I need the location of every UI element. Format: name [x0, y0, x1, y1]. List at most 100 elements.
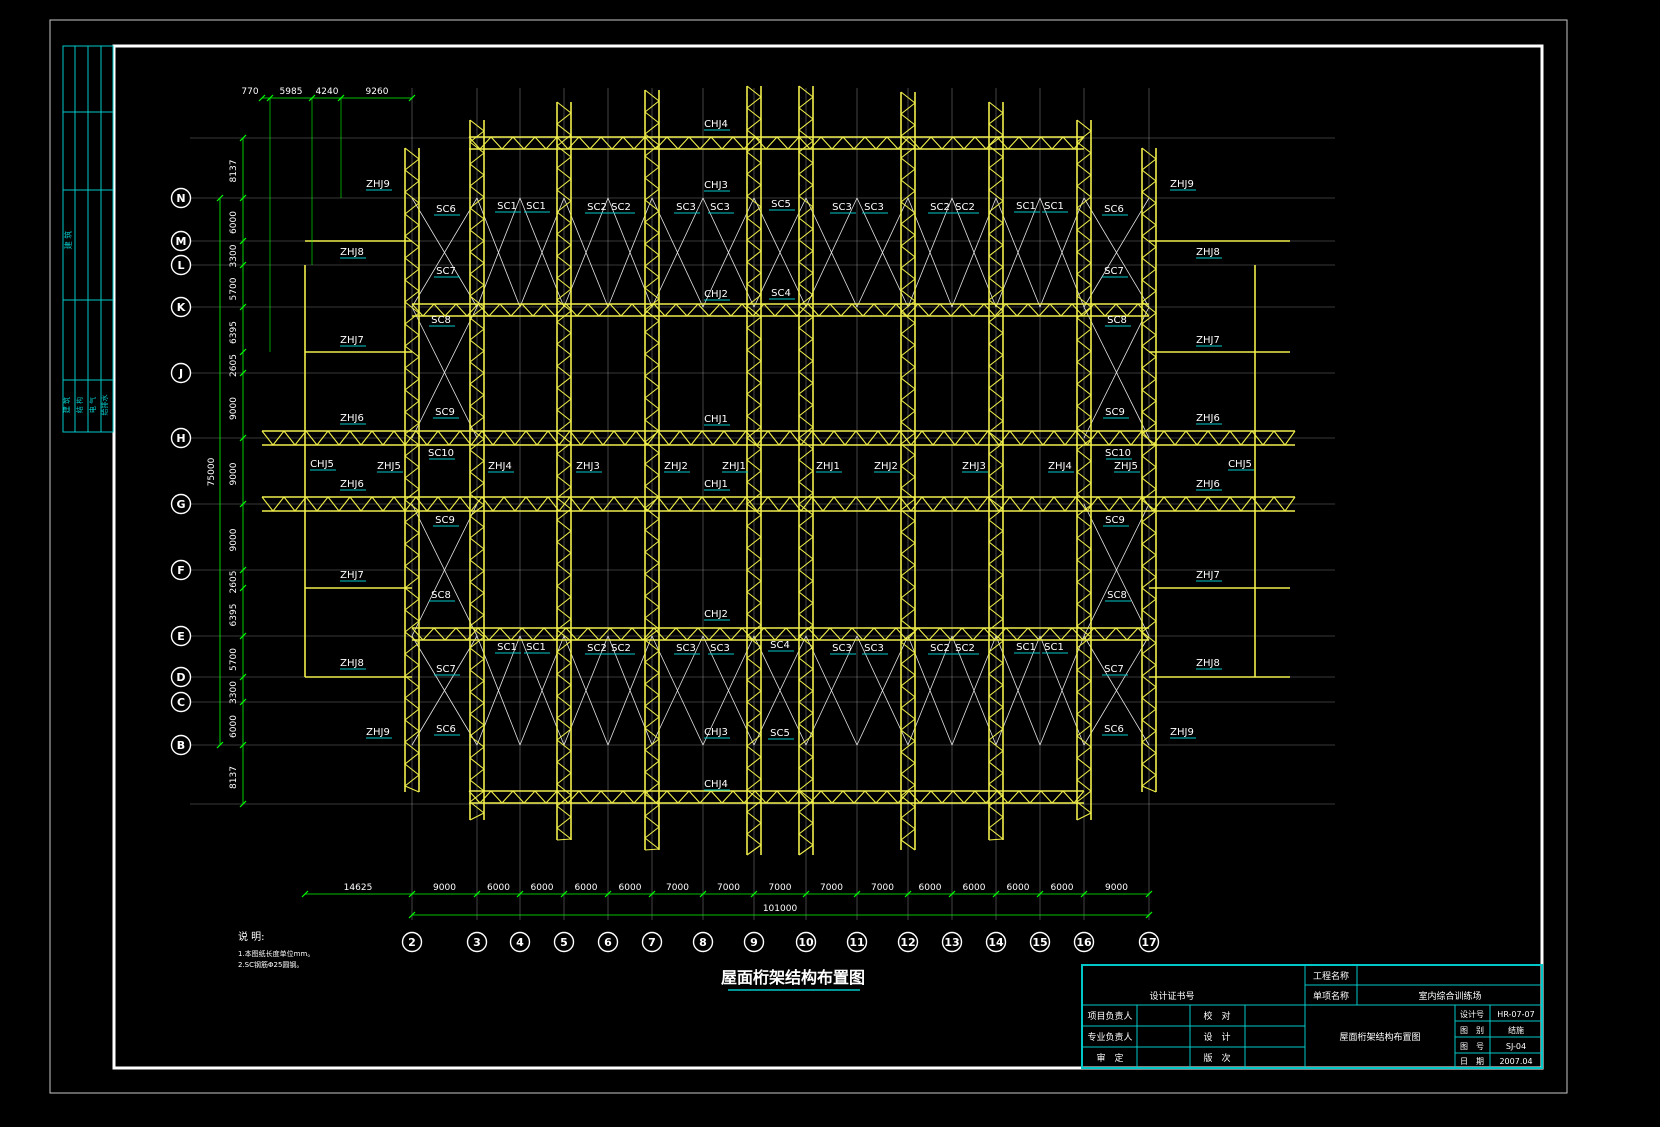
col-axis-7: 7	[641, 931, 663, 953]
label-sc2-65: SC2	[955, 202, 975, 213]
axis-label: 13	[944, 936, 959, 949]
axis-label: J	[178, 367, 183, 380]
axis-label: 7	[648, 936, 656, 949]
label-zhj4-29: ZHJ4	[1048, 461, 1072, 472]
tb-item-value: 室内综合训练场	[1418, 990, 1481, 1002]
row-axis-F: F	[170, 559, 192, 581]
label-zhj2-33: ZHJ2	[874, 461, 898, 472]
label-sc7-40: SC7	[436, 266, 456, 277]
axis-label: N	[176, 192, 185, 205]
col-axis-17: 17	[1138, 931, 1160, 953]
dim-top-1: 5985	[280, 87, 303, 97]
tb-meta-label-1: 设计号	[1460, 1009, 1484, 1019]
label-sc3-75: SC3	[710, 643, 730, 654]
dim-bottom-total: 101000	[763, 904, 798, 914]
dim-left-13: 6000	[229, 715, 239, 738]
label-sc6-39: SC6	[1104, 724, 1124, 735]
label-sc4-79: SC4	[770, 640, 790, 651]
tb-cert: 设计证书号	[1149, 990, 1194, 1002]
label-zhj7-19: ZHJ7	[1196, 335, 1220, 346]
label-sc3-70: SC3	[676, 202, 696, 213]
col-axis-12: 12	[897, 931, 919, 953]
axis-label: 11	[849, 936, 864, 949]
axis-label: 10	[798, 936, 814, 949]
label-zhj6-25: ZHJ6	[1196, 479, 1220, 490]
dim-top-3: 9260	[366, 87, 389, 97]
dim-bottom-2: 6000	[531, 883, 554, 893]
label-zhj8-16: ZHJ8	[340, 658, 364, 669]
label-zhj2-32: ZHJ2	[664, 461, 688, 472]
dim-bottom-12: 6000	[1007, 883, 1030, 893]
label-sc1-61: SC1	[1044, 642, 1064, 653]
dim-bottom-6: 7000	[717, 883, 740, 893]
label-zhj5-27: ZHJ5	[1114, 461, 1138, 472]
axis-label: E	[177, 630, 185, 643]
label-chj1-7: CHJ1	[704, 479, 728, 490]
label-zhj8-17: ZHJ8	[1196, 658, 1220, 669]
row-axis-C: C	[170, 691, 192, 713]
dim-bottom-11: 6000	[963, 883, 986, 893]
label-chj2-5: CHJ2	[704, 609, 728, 620]
label-zhj9-12: ZHJ9	[366, 727, 390, 738]
label-sc3-77: SC3	[864, 643, 884, 654]
axis-label: 14	[988, 936, 1004, 949]
label-sc2-66: SC2	[587, 643, 607, 654]
tb-project-label: 工程名称	[1313, 970, 1349, 982]
label-sc2-63: SC2	[611, 202, 631, 213]
label-zhj1-34: ZHJ1	[722, 461, 746, 472]
row-axis-K: K	[170, 296, 192, 318]
revision-strip-top: 建 筑	[63, 231, 73, 250]
label-sc10-53: SC10	[1105, 448, 1131, 459]
label-sc7-42: SC7	[436, 664, 456, 675]
label-chj4-0: CHJ4	[704, 119, 728, 130]
dim-left-12: 3300	[229, 681, 239, 704]
dim-top-2: 4240	[316, 87, 339, 97]
label-zhj9-10: ZHJ9	[366, 179, 390, 190]
dim-left-9: 2605	[229, 571, 239, 594]
dim-bottom-10: 6000	[919, 883, 942, 893]
tb-drawing-name: 屋面桁架结构布置图	[1339, 1031, 1420, 1043]
label-sc2-69: SC2	[955, 643, 975, 654]
tb-check-1: 校 对	[1203, 1010, 1230, 1022]
label-sc6-36: SC6	[436, 204, 456, 215]
label-zhj9-11: ZHJ9	[1170, 179, 1194, 190]
strip-label-arch: 建 筑	[62, 397, 71, 413]
label-sc3-76: SC3	[832, 643, 852, 654]
label-sc1-54: SC1	[497, 201, 517, 212]
col-axis-2: 2	[401, 931, 423, 953]
dim-bottom-14: 9000	[1105, 883, 1128, 893]
label-sc7-43: SC7	[1104, 664, 1124, 675]
strip-label-elec: 电 气	[88, 397, 97, 413]
label-zhj4-28: ZHJ4	[488, 461, 512, 472]
dim-bottom-13: 6000	[1051, 883, 1074, 893]
label-chj1-6: CHJ1	[704, 414, 728, 425]
row-axis-N: N	[170, 187, 192, 209]
label-chj3-2: CHJ3	[704, 180, 728, 191]
tb-role-1: 项目负责人	[1087, 1010, 1132, 1022]
truss-layout-drawing: 建 筑 建 筑 结 构 电 气 给排水 N ML K J H G F E DC B 2 3 4 5 6 7 8 9…	[0, 0, 1660, 1127]
dim-left-8: 9000	[229, 528, 239, 551]
col-axis-13: 13	[941, 931, 963, 953]
axis-label: 17	[1141, 936, 1156, 949]
dim-left-2: 3300	[229, 244, 239, 267]
col-axis-5: 5	[553, 931, 575, 953]
col-axis-11: 11	[846, 931, 868, 953]
dim-left-1: 6000	[229, 211, 239, 234]
axis-label: 9	[750, 936, 758, 949]
dim-bottom-8: 7000	[820, 883, 843, 893]
axis-label: 4	[516, 936, 524, 949]
row-axis-J: J	[170, 362, 192, 384]
tb-meta-label-3: 图 号	[1460, 1042, 1484, 1051]
strip-label-water: 给排水	[100, 395, 109, 416]
dim-bottom-first: 14625	[344, 883, 373, 893]
label-sc4-78: SC4	[771, 288, 791, 299]
col-axis-4: 4	[509, 931, 531, 953]
label-sc1-57: SC1	[1044, 201, 1064, 212]
label-chj2-4: CHJ2	[704, 289, 728, 300]
label-zhj3-31: ZHJ3	[962, 461, 986, 472]
label-sc10-52: SC10	[428, 448, 454, 459]
row-axis-L: L	[170, 254, 192, 276]
label-sc1-58: SC1	[497, 642, 517, 653]
notes-heading: 说 明:	[238, 930, 265, 943]
tb-meta-value-1: HR-07-07	[1497, 1010, 1534, 1019]
